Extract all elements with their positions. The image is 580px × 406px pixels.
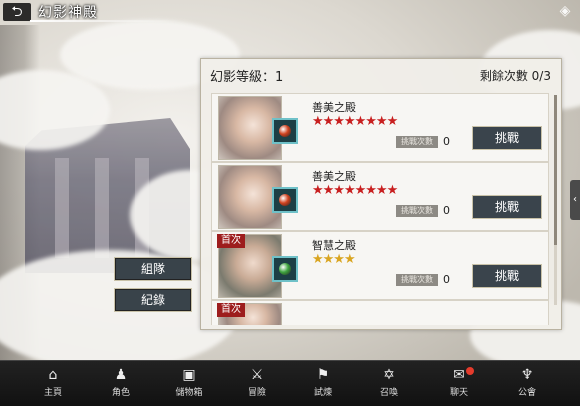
nav-home[interactable]: ⌂ 主頁 xyxy=(24,361,82,406)
dungeon-list: 善美之殿 ★★★★★★★★ 挑戰次數 0 挑戰 善美之殿 ★★★★★★★★ 挑戰… xyxy=(211,93,549,325)
title-underline xyxy=(30,20,180,22)
list-item[interactable]: 善美之殿 ★★★★★★★★ 挑戰次數 0 挑戰 xyxy=(211,162,549,231)
nav-adventure[interactable]: ⚔ 冒險 xyxy=(228,361,286,406)
nav-summon[interactable]: ✡ 召喚 xyxy=(360,361,418,406)
nav-trials[interactable]: ⚑ 試煉 xyxy=(294,361,352,406)
dungeon-name: 善美之殿 xyxy=(312,170,356,183)
home-icon: ⌂ xyxy=(48,367,58,383)
attempt-badge: 挑戰次數 xyxy=(396,205,438,217)
nav-label: 冒險 xyxy=(247,388,266,398)
nav-label: 主頁 xyxy=(43,388,62,398)
nav-label: 公會 xyxy=(517,388,536,398)
element-icon xyxy=(272,118,298,144)
attempt-badge: 挑戰次數 xyxy=(396,274,438,286)
phantom-level: 幻影等級：1 xyxy=(210,70,284,85)
summon-circle-icon: ✡ xyxy=(383,367,395,383)
characters-icon: ♟ xyxy=(114,367,128,383)
notification-dot xyxy=(466,367,474,375)
flag-icon: ⚑ xyxy=(316,367,330,383)
remaining-attempts: 剩餘次數 0/3 xyxy=(479,69,551,83)
difficulty-stars: ★★★★ xyxy=(312,252,356,267)
attempt-count: 0 xyxy=(443,273,450,286)
challenge-button[interactable]: 挑戰 xyxy=(472,195,542,219)
crossed-swords-icon: ⚔ xyxy=(250,367,264,383)
list-item[interactable]: 首次 智慧之殿 ★★★★ 挑戰次數 0 挑戰 xyxy=(211,231,549,300)
boss-portrait: 首次 xyxy=(217,303,282,325)
element-icon xyxy=(272,187,298,213)
nav-characters[interactable]: ♟ 角色 xyxy=(92,361,150,406)
scroll-thumb[interactable] xyxy=(554,95,557,245)
nav-label: 召喚 xyxy=(379,388,398,398)
nav-chat[interactable]: ✉ 聊天 xyxy=(430,361,488,406)
challenge-button[interactable]: 挑戰 xyxy=(472,126,542,150)
records-button[interactable]: 紀錄 xyxy=(114,288,192,312)
back-arrow-icon: ⮌ xyxy=(11,4,23,20)
attempt-count: 0 xyxy=(443,204,450,217)
phantom-panel: 幻影等級：1 剩餘次數 0/3 善美之殿 ★★★★★★★★ 挑戰次數 0 挑戰 … xyxy=(200,58,562,330)
challenge-button[interactable]: 挑戰 xyxy=(472,264,542,288)
first-clear-tag: 首次 xyxy=(217,234,245,248)
party-button[interactable]: 組隊 xyxy=(114,257,192,281)
side-drawer-tab[interactable]: ‹ xyxy=(570,180,580,220)
panel-header: 幻影等級：1 剩餘次數 0/3 xyxy=(201,59,561,89)
attempt-count: 0 xyxy=(443,135,450,148)
guild-emblem-icon: ♆ xyxy=(520,367,534,383)
difficulty-stars: ★★★★★★★★ xyxy=(312,114,398,129)
nav-guild[interactable]: ♆ 公會 xyxy=(498,361,556,406)
page-title: 幻影神殿 xyxy=(38,5,98,21)
list-item[interactable]: 首次 xyxy=(211,300,549,325)
nav-label: 角色 xyxy=(111,388,130,398)
top-bar: ⮌ 幻影神殿 ◈ xyxy=(0,0,580,24)
scrollbar[interactable] xyxy=(554,95,557,305)
nav-label: 試煉 xyxy=(313,388,332,398)
element-icon xyxy=(272,256,298,282)
nav-storage[interactable]: ▣ 儲物箱 xyxy=(160,361,218,406)
dungeon-name: 智慧之殿 xyxy=(312,239,356,252)
dungeon-name: 善美之殿 xyxy=(312,101,356,114)
attempt-badge: 挑戰次數 xyxy=(396,136,438,148)
back-button[interactable]: ⮌ xyxy=(3,3,31,21)
nav-label: 聊天 xyxy=(449,388,468,398)
diamond-menu-icon[interactable]: ◈ xyxy=(556,2,574,20)
first-clear-tag: 首次 xyxy=(217,303,245,317)
storage-box-icon: ▣ xyxy=(182,367,196,383)
bottom-nav: ⌂ 主頁 ♟ 角色 ▣ 儲物箱 ⚔ 冒險 ⚑ 試煉 ✡ 召喚 ✉ 聊天 ♆ 公會 xyxy=(0,360,580,406)
difficulty-stars: ★★★★★★★★ xyxy=(312,183,398,198)
list-item[interactable]: 善美之殿 ★★★★★★★★ 挑戰次數 0 挑戰 xyxy=(211,93,549,162)
nav-label: 儲物箱 xyxy=(175,388,203,398)
